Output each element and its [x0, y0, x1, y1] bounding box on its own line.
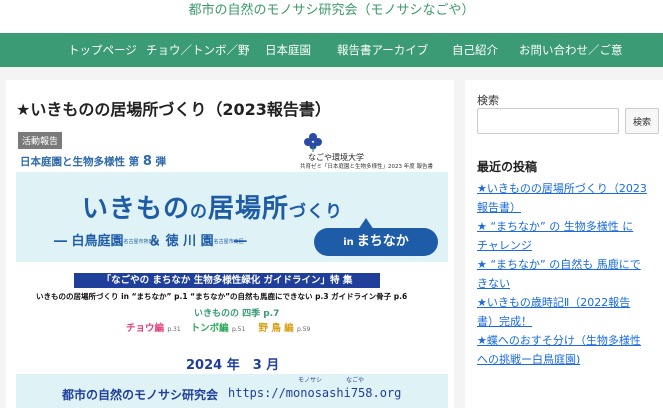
nav-item-top[interactable]: トップページ — [68, 33, 137, 67]
recent-post-link[interactable]: きない — [477, 274, 661, 293]
university-logo-icon — [304, 133, 322, 152]
cover-bubble: in まちなか — [314, 218, 438, 256]
cover-banner: いきものの居場所づくり ― 白鳥庭園名古屋市熱田区 ＆ 徳 川 園名古屋市東区―… — [16, 172, 448, 262]
recent-posts-heading: 最近の投稿 — [477, 160, 538, 174]
nav-item-butterfly-dragonfly[interactable]: チョウ／トンボ／野 — [146, 33, 250, 67]
nav-item-japanese-garden[interactable]: 日本庭園 — [265, 33, 311, 67]
cover-url: https://monosashi758.org — [228, 386, 402, 400]
sidebar: 検索 検索 最近の投稿 ★いきものの居場所づくり（2023 報告書） ★ “まち… — [465, 80, 663, 408]
cover-footer: モノサシ なごや 都市の自然のモノサシ研究会 https://monosashi… — [16, 374, 448, 408]
cover-date: 2024 年 3 月 — [186, 358, 280, 373]
cover-org-name: 都市の自然のモノサシ研究会 — [62, 388, 219, 402]
toc-line-1: いきものの居場所づくり in “まちなか” p.1 “まちなか”の自然も馬鹿にで… — [36, 292, 408, 301]
university-subtitle: 共育ゼミ「日本庭園と生物多様性」2023 年度 報告書 — [300, 164, 433, 170]
series-label: 日本庭園と生物多様性 第 8 弾 — [20, 154, 167, 169]
ruby-monosashi: モノサシ — [298, 377, 323, 384]
nav-item-about[interactable]: 自己紹介 — [452, 33, 498, 67]
recent-post-link[interactable]: ★蝶へのおすそ分け（生物多様性 — [477, 331, 661, 350]
recent-post-link[interactable]: チャレンジ — [477, 236, 661, 255]
search-input[interactable] — [477, 108, 619, 134]
guideline-feature-box: 「なごやの まちなか 生物多様性緑化 ガイドライン」特 集 — [74, 273, 380, 288]
nav-item-report-archive[interactable]: 報告書アーカイブ — [337, 33, 428, 67]
report-cover-image[interactable]: 活動報告 日本庭園と生物多様性 第 8 弾 なごや環境大学 共育ゼミ「日本庭園と… — [16, 130, 448, 408]
category-badge: 活動報告 — [18, 132, 63, 149]
cover-main-title: いきものの居場所づくり — [82, 194, 344, 224]
search-label: 検索 — [477, 94, 499, 107]
recent-post-link[interactable]: 報告書） — [477, 198, 661, 217]
search-button[interactable]: 検索 — [625, 108, 659, 134]
recent-post-link[interactable]: ★いきもの歳時記Ⅱ（2022報告 — [477, 293, 661, 312]
cover-subtitle: ― 白鳥庭園名古屋市熱田区 ＆ 徳 川 園名古屋市東区― — [54, 234, 247, 249]
main-content: ★いきものの居場所づくり（2023報告書） 活動報告 日本庭園と生物多様性 第 … — [6, 80, 454, 408]
recent-post-link[interactable]: 書）完成！ — [477, 312, 661, 331]
site-title[interactable]: 都市の自然のモノサシ研究会（モノサシなごや） — [0, 0, 663, 33]
recent-posts-list: ★いきものの居場所づくり（2023 報告書） ★ “まちなか” の 生物多様性 … — [477, 179, 661, 369]
ruby-nagoya: なごや — [346, 377, 365, 384]
recent-post-link[interactable]: ★ “まちなか” の自然も 馬鹿にで — [477, 255, 661, 274]
recent-post-link[interactable]: への挑戦ー白鳥庭園) — [477, 350, 661, 369]
toc-line-3: チョウ編 p.31 トンボ編 p.51 野 鳥 編 p.59 — [126, 323, 311, 334]
recent-post-link[interactable]: ★いきものの居場所づくり（2023 — [477, 179, 661, 198]
post-title: ★いきものの居場所づくり（2023報告書） — [16, 100, 331, 119]
nav-item-contact[interactable]: お問い合わせ／ご意 — [519, 33, 623, 67]
toc-line-2: いきものの 四季 p.7 — [194, 309, 280, 319]
main-nav: トップページ チョウ／トンボ／野 日本庭園 報告書アーカイブ 自己紹介 お問い合… — [0, 33, 663, 67]
recent-post-link[interactable]: ★ “まちなか” の 生物多様性 に — [477, 217, 661, 236]
